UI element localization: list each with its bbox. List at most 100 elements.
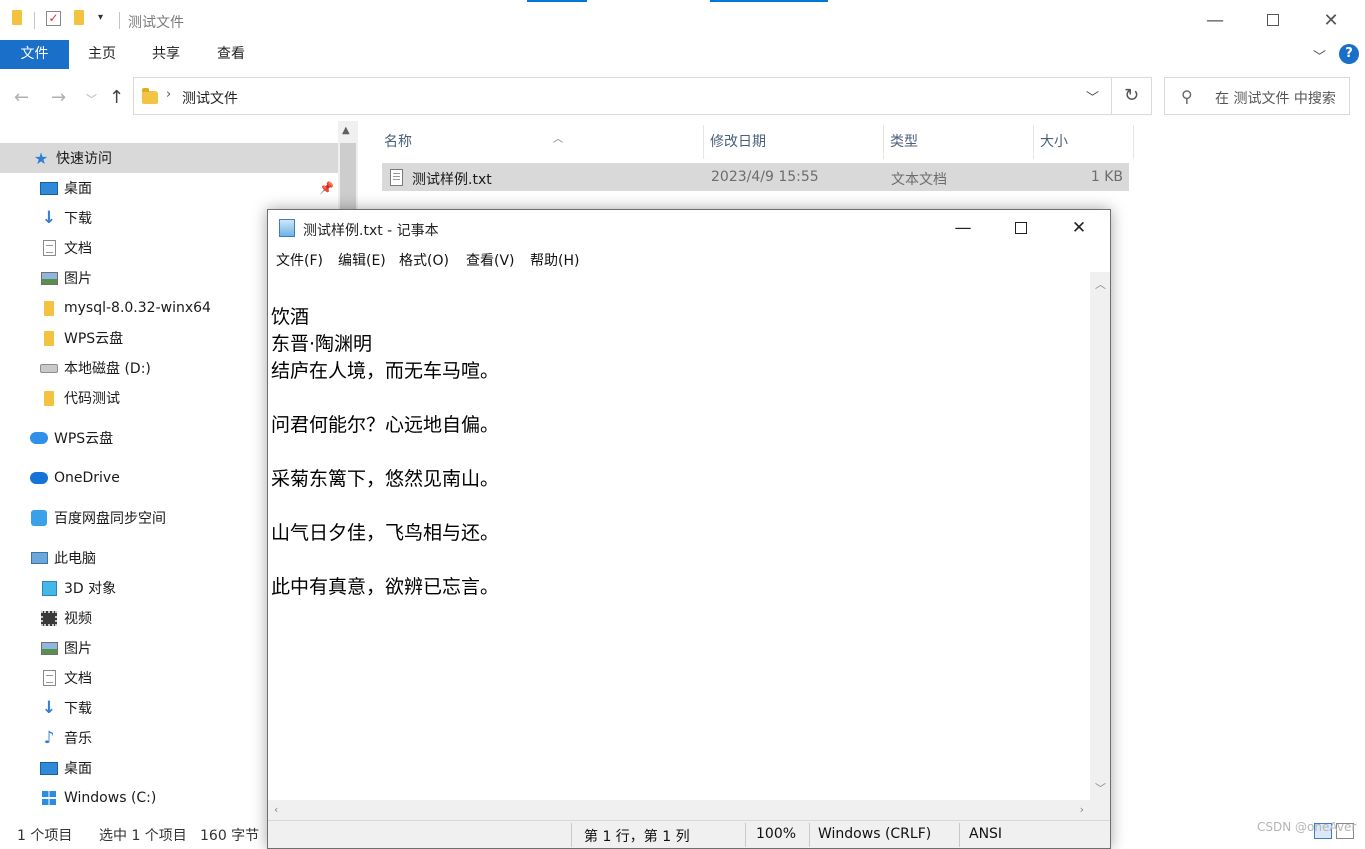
status-selected: 选中 1 个项目 <box>99 828 187 844</box>
recent-locations-button[interactable]: ﹀ <box>86 91 97 107</box>
notepad-maximize-button[interactable] <box>992 210 1050 246</box>
scroll-left-icon[interactable]: ‹ <box>274 803 278 816</box>
maximize-icon <box>1267 14 1279 26</box>
folder-icon <box>12 10 22 25</box>
tab-share[interactable]: 共享 <box>142 40 190 69</box>
notepad-title-bar[interactable]: 测试样例.txt - 记事本 — ✕ <box>268 210 1110 246</box>
scroll-right-icon[interactable]: › <box>1080 803 1084 816</box>
document-icon <box>40 239 58 257</box>
title-accent-strip-2 <box>710 0 828 2</box>
arrow-right-icon: → <box>51 87 67 108</box>
status-item-count: 1 个项目 <box>17 828 73 844</box>
column-header-size[interactable]: 大小 <box>1034 125 1134 159</box>
column-header-label: 大小 <box>1040 134 1068 150</box>
pin-icon[interactable]: 📌 <box>319 181 334 195</box>
status-line-ending: Windows (CRLF) <box>818 826 932 842</box>
refresh-button[interactable]: ↻ <box>1112 77 1152 115</box>
notepad-menu-bar: 文件(F) 编辑(E) 格式(O) 查看(V) 帮助(H) <box>268 246 1110 272</box>
scrollbar-corner <box>1090 800 1110 820</box>
text-file-icon <box>390 169 403 186</box>
column-header-label: 类型 <box>890 134 918 150</box>
folder-icon <box>40 299 58 317</box>
notepad-window-title: 测试样例.txt - 记事本 <box>303 223 439 239</box>
status-divider <box>745 823 746 847</box>
column-header-modified[interactable]: 修改日期 <box>704 125 884 159</box>
expand-ribbon-button[interactable]: ﹀ <box>1313 46 1326 65</box>
ribbon-tabs: 文件 主页 共享 查看 ﹀ ? <box>0 40 1365 71</box>
tab-view[interactable]: 查看 <box>207 40 255 69</box>
file-type: 文本文档 <box>891 172 947 188</box>
notepad-close-button[interactable]: ✕ <box>1050 210 1108 246</box>
scroll-up-icon[interactable]: ▲ <box>342 125 350 136</box>
new-folder-quick-button[interactable] <box>74 10 84 25</box>
chevron-down-icon: ﹀ <box>1085 91 1099 106</box>
nav-item-quick-access[interactable]: ★ 快速访问 <box>0 143 338 173</box>
scroll-down-icon[interactable]: ﹀ <box>1095 780 1106 796</box>
nav-item-label: 桌面 <box>64 181 92 197</box>
menu-help[interactable]: 帮助(H) <box>530 250 579 270</box>
nav-item-label: WPS云盘 <box>54 431 114 447</box>
forward-button[interactable]: → <box>51 87 66 108</box>
tab-file[interactable]: 文件 <box>0 40 69 69</box>
file-row[interactable]: 测试样例.txt 2023/4/9 15:55 文本文档 1 KB <box>382 163 1129 191</box>
notepad-horizontal-scrollbar[interactable]: ‹ › <box>268 800 1090 820</box>
nav-item-label: 文档 <box>64 671 92 687</box>
chevron-down-icon: ﹀ <box>1313 50 1327 65</box>
nav-item-label: 视频 <box>64 611 92 627</box>
menu-view[interactable]: 查看(V) <box>466 250 515 270</box>
nav-item-label: 本地磁盘 (D:) <box>64 361 151 377</box>
column-header-label: 修改日期 <box>710 134 766 150</box>
nav-item-label: OneDrive <box>54 470 120 486</box>
customize-quick-access-button[interactable]: ▾ <box>98 12 103 23</box>
explorer-minimize-button[interactable]: — <box>1186 0 1244 40</box>
status-divider <box>959 823 960 847</box>
column-header-name[interactable]: 名称 ︿ <box>378 125 704 159</box>
file-size: 1 KB <box>1090 169 1123 185</box>
search-placeholder: 在 测试文件 中搜索 <box>1215 91 1336 107</box>
maximize-icon <box>1015 222 1027 234</box>
wps-cloud-icon <box>30 429 48 447</box>
pictures-icon <box>40 639 58 657</box>
up-button[interactable]: ↑ <box>109 87 124 108</box>
explorer-window-title: 测试文件 <box>128 15 184 31</box>
back-button[interactable]: ← <box>14 87 29 108</box>
breadcrumb-current[interactable]: 测试文件 <box>182 88 238 108</box>
refresh-icon: ↻ <box>1123 85 1140 106</box>
drive-icon <box>40 359 58 377</box>
3d-objects-icon <box>40 579 58 597</box>
column-header-label: 名称 <box>384 134 412 150</box>
search-box[interactable]: ⚲ 在 测试文件 中搜索 <box>1164 77 1350 115</box>
scroll-up-icon[interactable]: ︿ <box>1095 276 1106 292</box>
text-line: 结庐在人境，而无车马喧。 <box>271 360 500 382</box>
menu-format[interactable]: 格式(O) <box>399 250 449 270</box>
nav-item-label: 快速访问 <box>56 151 112 167</box>
chevron-down-icon: ﹀ <box>86 93 97 106</box>
nav-item-label: mysql-8.0.32-winx64 <box>64 300 211 316</box>
notepad-minimize-button[interactable]: — <box>934 210 992 246</box>
menu-file[interactable]: 文件(F) <box>276 250 323 270</box>
title-accent-strip <box>527 0 587 2</box>
document-icon <box>40 669 58 687</box>
help-button[interactable]: ? <box>1339 44 1359 64</box>
nav-item-label: 此电脑 <box>54 551 96 567</box>
menu-edit[interactable]: 编辑(E) <box>338 250 386 270</box>
desktop-icon <box>40 179 58 197</box>
close-icon: ✕ <box>1323 9 1339 31</box>
desktop-icon <box>40 759 58 777</box>
address-bar[interactable]: › 测试文件 ﹀ <box>133 77 1112 115</box>
column-header-type[interactable]: 类型 <box>884 125 1034 159</box>
text-line: 采菊东篱下，悠然见南山。 <box>271 468 500 490</box>
properties-quick-button[interactable]: ✓ <box>46 11 61 26</box>
address-dropdown-button[interactable]: ﹀ <box>1086 87 1099 106</box>
nav-item-desktop[interactable]: 桌面 📌 <box>0 173 338 203</box>
notepad-text-area[interactable]: 饮酒 东晋·陶渊明 结庐在人境，而无车马喧。 问君何能尔？心远地自偏。 采菊东篱… <box>268 272 1090 800</box>
tab-home[interactable]: 主页 <box>78 40 126 69</box>
folder-icon <box>142 88 158 104</box>
dropdown-arrow-icon: ▾ <box>98 12 104 23</box>
explorer-close-button[interactable]: ✕ <box>1302 0 1360 40</box>
text-line: 东晋·陶渊明 <box>271 333 373 355</box>
new-folder-icon <box>74 10 84 25</box>
breadcrumb-chevron-icon[interactable]: › <box>166 87 171 102</box>
notepad-vertical-scrollbar[interactable]: ︿ ﹀ <box>1090 272 1110 800</box>
explorer-maximize-button[interactable] <box>1244 0 1302 40</box>
